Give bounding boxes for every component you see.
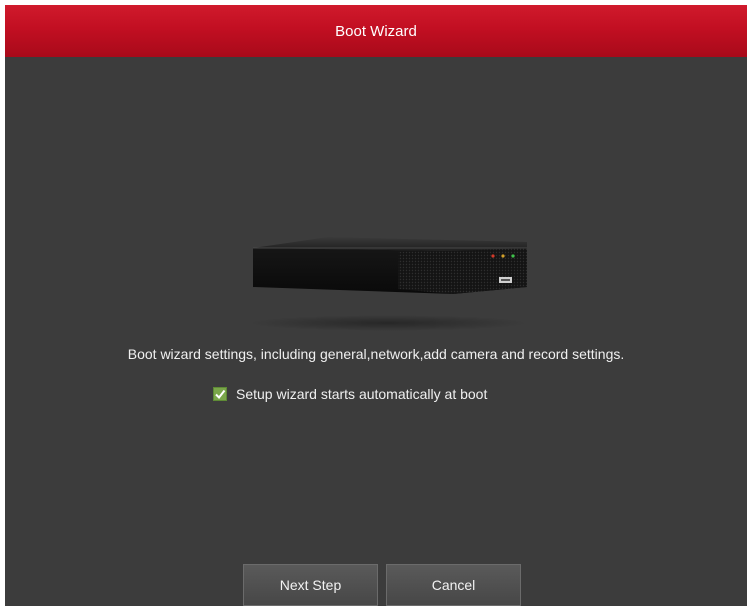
title-bar: Boot Wizard — [5, 5, 747, 57]
auto-start-checkbox[interactable] — [213, 387, 227, 401]
next-step-button[interactable]: Next Step — [243, 564, 378, 606]
auto-start-option[interactable]: Setup wizard starts automatically at boo… — [213, 386, 487, 402]
dialog-title: Boot Wizard — [335, 22, 417, 40]
auto-start-label: Setup wizard starts automatically at boo… — [236, 386, 488, 402]
checkmark-icon — [215, 389, 226, 400]
wizard-description: Boot wizard settings, including general,… — [127, 346, 625, 362]
boot-wizard-dialog: Boot Wizard Boot wizard settings, includ… — [5, 5, 747, 606]
nvr-recorder-image — [248, 237, 528, 331]
cancel-button[interactable]: Cancel — [386, 564, 521, 606]
dialog-content: Boot wizard settings, including general,… — [5, 57, 747, 606]
